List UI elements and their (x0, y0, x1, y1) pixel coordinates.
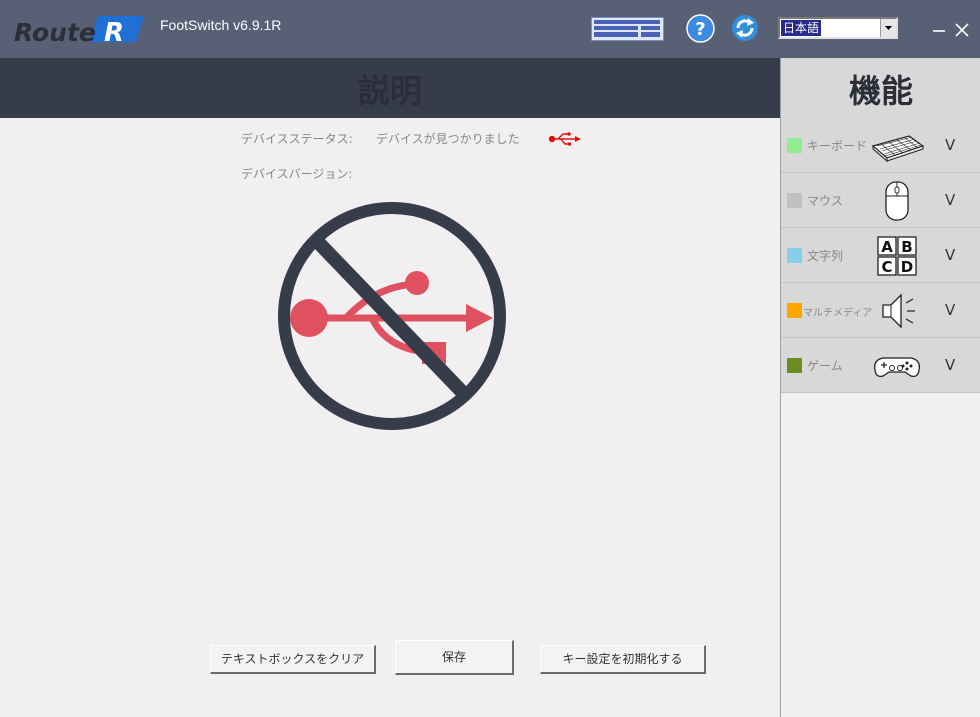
function-item-label: マウス (807, 194, 844, 208)
function-item-multimedia[interactable]: マルチメディア V (781, 283, 980, 338)
minimize-icon[interactable] (931, 21, 947, 37)
svg-text:D: D (901, 258, 913, 276)
game-color-swatch (787, 358, 802, 373)
app-title: FootSwitch v6.9.1R (160, 17, 282, 33)
title-bar: Route R FootSwitch v6.9.1R ? 日本語 (0, 0, 980, 58)
chevron-down-icon[interactable]: V (945, 356, 955, 374)
function-item-label: キーボード (807, 139, 868, 153)
function-item-keyboard[interactable]: キーボード V (781, 118, 980, 173)
close-icon[interactable] (954, 21, 970, 37)
function-header: 機能 (781, 58, 980, 118)
device-status-value: デバイスが見つかりました (376, 132, 520, 146)
svg-text:?: ? (695, 19, 705, 40)
function-item-game[interactable]: ゲーム V (781, 338, 980, 393)
device-status-label: デバイスステータス: (241, 132, 353, 146)
function-panel: 機能 キーボード V マウス V 文字列 A B C D V マルチメディア V… (780, 58, 980, 717)
save-button[interactable]: 保存 (395, 640, 514, 675)
description-title: 説明 (357, 72, 422, 110)
keyboard-color-swatch (787, 138, 802, 153)
svg-text:A: A (881, 238, 893, 256)
function-item-string[interactable]: 文字列 A B C D V (781, 228, 980, 283)
function-item-label: マルチメディア (803, 308, 873, 319)
reset-keys-button[interactable]: キー設定を初期化する (540, 645, 706, 674)
language-select[interactable]: 日本語 (778, 17, 898, 39)
chevron-down-icon[interactable] (880, 19, 896, 37)
device-version-label: デバイスバージョン: (241, 167, 353, 181)
svg-text:R: R (104, 18, 124, 46)
keyboard-icon (871, 135, 925, 163)
svg-text:C: C (881, 258, 892, 276)
svg-text:B: B (901, 238, 912, 256)
string-color-swatch (787, 248, 802, 263)
keyboard-layout-icon[interactable] (591, 17, 664, 41)
multimedia-color-swatch (787, 303, 802, 318)
function-title: 機能 (848, 72, 913, 110)
chevron-down-icon[interactable]: V (945, 301, 955, 319)
chevron-down-icon[interactable]: V (945, 136, 955, 154)
string-abcd-icon: A B C D (877, 236, 917, 276)
function-item-label: 文字列 (807, 249, 844, 263)
gamepad-icon (874, 357, 920, 378)
usb-disconnected-icon (278, 202, 506, 430)
clear-textbox-button[interactable]: テキストボックスをクリア (210, 645, 376, 674)
svg-text:Route: Route (14, 18, 96, 46)
language-select-value: 日本語 (781, 20, 822, 36)
speaker-icon (882, 293, 915, 329)
function-item-label: ゲーム (807, 359, 843, 373)
route-r-logo: Route R (14, 16, 144, 46)
help-icon[interactable]: ? (686, 14, 715, 43)
mouse-icon (885, 181, 909, 221)
mouse-color-swatch (787, 193, 802, 208)
usb-connected-icon (548, 132, 581, 146)
description-header: 説明 (0, 58, 780, 118)
chevron-down-icon[interactable]: V (945, 246, 955, 264)
chevron-down-icon[interactable]: V (945, 191, 955, 209)
refresh-icon[interactable] (731, 14, 759, 42)
function-item-mouse[interactable]: マウス V (781, 173, 980, 228)
